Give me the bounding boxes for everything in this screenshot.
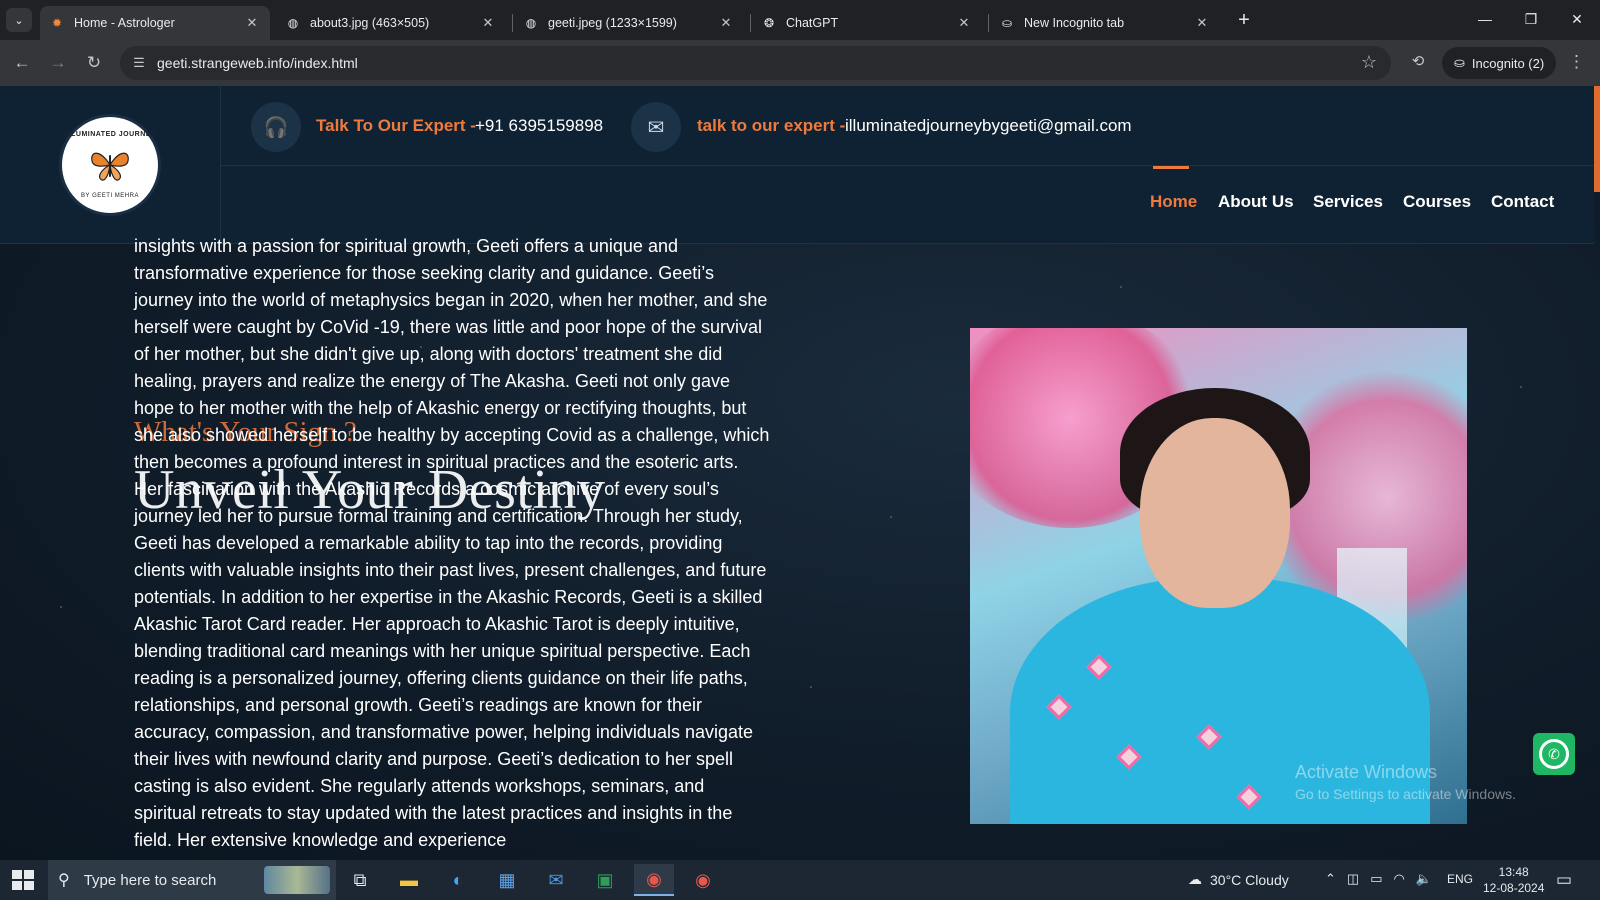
store-icon[interactable]: ▦: [487, 864, 527, 896]
tab-home-astrologer[interactable]: ✹ Home - Astrologer ✕: [40, 6, 270, 40]
tab-title: geeti.jpeg (1233×1599): [548, 16, 677, 30]
whatsapp-button[interactable]: ✆: [1533, 733, 1575, 775]
email-link[interactable]: illuminatedjourneybygeeti@gmail.com: [845, 116, 1132, 136]
weather-widget[interactable]: ☁ 30°C Cloudy: [1188, 871, 1289, 888]
back-button[interactable]: ←: [11, 52, 33, 74]
tab-new-incognito[interactable]: ⛀ New Incognito tab ✕: [990, 6, 1220, 40]
search-icon: ⚲: [58, 872, 70, 889]
tab-search-button[interactable]: ⌄: [6, 8, 32, 32]
logo-bottom-text: BY GEETI MEHRA: [81, 193, 139, 199]
scroll-indicator[interactable]: [1594, 86, 1600, 192]
cloud-icon: ☁: [1188, 871, 1202, 887]
headset-icon: 🎧: [251, 102, 301, 152]
mail-icon[interactable]: ✉: [536, 864, 576, 896]
close-icon[interactable]: ✕: [1194, 15, 1210, 31]
tab-title: about3.jpg (463×505): [310, 16, 430, 30]
tab-title: New Incognito tab: [1024, 16, 1125, 30]
incognito-badge[interactable]: ⛀ Incognito (2): [1442, 47, 1557, 79]
bookmark-star-icon[interactable]: ☆: [1361, 52, 1377, 73]
taskbar-search-box[interactable]: ⚲ Type here to search: [48, 860, 336, 900]
activate-windows-watermark: Activate Windows: [1295, 762, 1438, 782]
search-highlight-image: [264, 866, 330, 894]
whatsapp-icon: ✆: [1539, 739, 1569, 769]
nav-active-indicator: [1153, 166, 1189, 169]
tab-about3-jpg[interactable]: ◍ about3.jpg (463×505) ✕: [276, 6, 506, 40]
url-text[interactable]: geeti.strangeweb.info/index.html: [157, 55, 358, 71]
browser-toolbar: ← → ↻ ☰ geeti.strangeweb.info/index.html…: [0, 40, 1600, 86]
globe-icon: ◍: [525, 16, 537, 30]
windows-taskbar: ⚲ Type here to search ⧉ ▬ ◐ ▦ ✉ ▣ ◉ ◉ ☁ …: [0, 860, 1600, 900]
tab-geeti-jpeg[interactable]: ◍ geeti.jpeg (1233×1599) ✕: [514, 6, 744, 40]
clock-date: 12-08-2024: [1483, 881, 1545, 895]
mail-icon: ✉: [631, 102, 681, 152]
file-explorer-icon[interactable]: ▬: [389, 864, 429, 896]
wifi-icon[interactable]: ◠: [1394, 871, 1405, 887]
volume-icon[interactable]: 🔈: [1416, 871, 1432, 887]
forward-button[interactable]: →: [47, 52, 69, 74]
weather-text: 30°C Cloudy: [1210, 871, 1289, 888]
new-tab-button[interactable]: +: [1233, 9, 1255, 31]
meet-now-icon[interactable]: ◫: [1347, 871, 1359, 887]
window-close-button[interactable]: ✕: [1562, 8, 1592, 30]
system-clock[interactable]: 13:48 12-08-2024: [1483, 864, 1544, 896]
activate-windows-hint: Go to Settings to activate Windows.: [1295, 786, 1516, 802]
incognito-label: Incognito (2): [1471, 55, 1545, 71]
clock-time: 13:48: [1498, 865, 1529, 879]
header-divider: [221, 165, 1594, 166]
restore-button[interactable]: ❐: [1516, 8, 1546, 30]
reload-button[interactable]: ↻: [83, 52, 105, 74]
sun-icon: ✹: [51, 16, 63, 30]
about-paragraph: insights with a passion for spiritual gr…: [134, 236, 770, 850]
windows-start-icon[interactable]: [12, 870, 34, 890]
phone-link[interactable]: +91 6395159898: [475, 116, 603, 136]
chrome-incognito-icon[interactable]: ◉: [683, 864, 723, 896]
globe-icon: ◍: [287, 16, 299, 30]
tab-separator: [512, 14, 513, 32]
extension-icon[interactable]: ⟲: [1407, 52, 1429, 74]
page-viewport: ILLUMINATED JOURNEY BY GEETI MEHRA 🎧 Tal…: [0, 86, 1600, 860]
close-icon[interactable]: ✕: [244, 15, 260, 31]
browser-tab-bar: ⌄ ✹ Home - Astrologer ✕ ◍ about3.jpg (46…: [0, 0, 1600, 40]
task-view-icon[interactable]: ⧉: [340, 864, 380, 896]
incognito-icon: ⛀: [1454, 55, 1465, 70]
edge-icon[interactable]: ◐: [438, 864, 478, 896]
tab-chatgpt[interactable]: ❂ ChatGPT ✕: [752, 6, 982, 40]
tab-title: Home - Astrologer: [74, 16, 175, 30]
close-icon[interactable]: ✕: [480, 15, 496, 31]
nav-contact[interactable]: Contact: [1491, 192, 1554, 212]
language-indicator[interactable]: ENG: [1447, 872, 1473, 886]
nav-home[interactable]: Home: [1150, 192, 1197, 212]
site-logo[interactable]: ILLUMINATED JOURNEY BY GEETI MEHRA: [59, 114, 161, 216]
browser-menu-icon[interactable]: ⋮: [1568, 52, 1585, 72]
search-placeholder: Type here to search: [83, 871, 217, 889]
nav-about-us[interactable]: About Us: [1218, 192, 1294, 212]
battery-icon[interactable]: ▭: [1370, 871, 1382, 887]
incognito-icon: ⛀: [1001, 16, 1013, 30]
email-label: talk to our expert -: [697, 116, 846, 135]
excel-icon[interactable]: ▣: [585, 864, 625, 896]
chatgpt-icon: ❂: [763, 16, 775, 30]
close-icon[interactable]: ✕: [956, 15, 972, 31]
nav-courses[interactable]: Courses: [1403, 192, 1471, 212]
minimize-button[interactable]: —: [1470, 8, 1500, 30]
phone-label: Talk To Our Expert -: [316, 116, 476, 135]
tab-separator: [750, 14, 751, 32]
system-tray: ⌃ ◫ ▭ ◠ 🔈: [1325, 871, 1432, 887]
site-header: ILLUMINATED JOURNEY BY GEETI MEHRA 🎧 Tal…: [0, 86, 1594, 244]
tab-title: ChatGPT: [786, 16, 839, 30]
notification-icon[interactable]: ▭: [1556, 870, 1572, 890]
chrome-icon[interactable]: ◉: [634, 864, 674, 896]
butterfly-icon: [91, 152, 129, 181]
portrait-photo: [970, 328, 1467, 824]
tab-separator: [988, 14, 989, 32]
chevron-up-icon[interactable]: ⌃: [1325, 871, 1336, 887]
site-info-icon[interactable]: ☰: [130, 54, 148, 72]
address-bar[interactable]: ☰ geeti.strangeweb.info/index.html ☆: [120, 46, 1391, 80]
nav-services[interactable]: Services: [1313, 192, 1383, 212]
close-icon[interactable]: ✕: [718, 15, 734, 31]
logo-top-text: ILLUMINATED JOURNEY: [63, 131, 157, 138]
